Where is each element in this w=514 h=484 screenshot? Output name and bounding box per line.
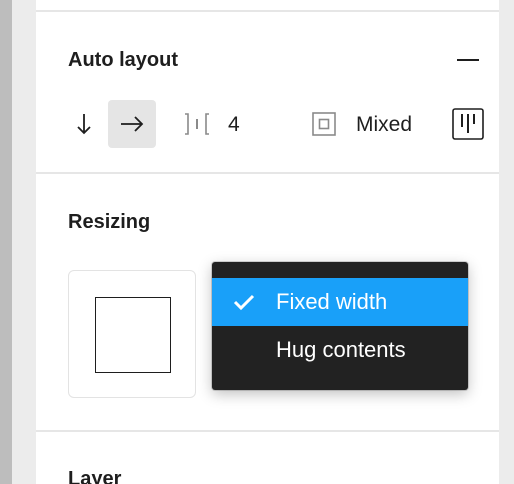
left-gutter bbox=[12, 0, 36, 484]
padding-value[interactable]: Mixed bbox=[356, 113, 412, 137]
dropdown-option-fixed-width[interactable]: Fixed width bbox=[212, 278, 468, 326]
dropdown-option-hug-contents[interactable]: Hug contents bbox=[212, 326, 468, 374]
alignment-icon[interactable] bbox=[452, 108, 484, 140]
section-divider bbox=[36, 430, 499, 432]
spacing-value[interactable]: 4 bbox=[228, 113, 240, 137]
arrow-down-icon[interactable] bbox=[68, 104, 100, 144]
dropdown-option-label: Fixed width bbox=[276, 289, 388, 314]
left-edge-strip bbox=[0, 0, 12, 484]
spacing-icon bbox=[182, 110, 212, 138]
layer-title: Layer bbox=[68, 468, 122, 484]
auto-layout-title: Auto layout bbox=[68, 49, 178, 71]
resizing-preview-frame bbox=[95, 297, 171, 373]
right-gutter bbox=[499, 0, 514, 484]
resizing-preview bbox=[68, 270, 196, 398]
resizing-title: Resizing bbox=[68, 211, 151, 233]
arrow-right-icon[interactable] bbox=[108, 100, 156, 148]
padding-icon bbox=[312, 112, 336, 136]
minus-icon[interactable] bbox=[452, 48, 484, 72]
checkmark-icon bbox=[232, 290, 256, 314]
dropdown-option-label: Hug contents bbox=[276, 337, 406, 362]
section-divider bbox=[36, 172, 499, 174]
top-divider bbox=[36, 10, 499, 12]
resizing-dropdown-menu: Fixed width Hug contents bbox=[212, 262, 468, 390]
properties-panel: Auto layout 4 Mixed Resizing Layer bbox=[36, 0, 499, 484]
